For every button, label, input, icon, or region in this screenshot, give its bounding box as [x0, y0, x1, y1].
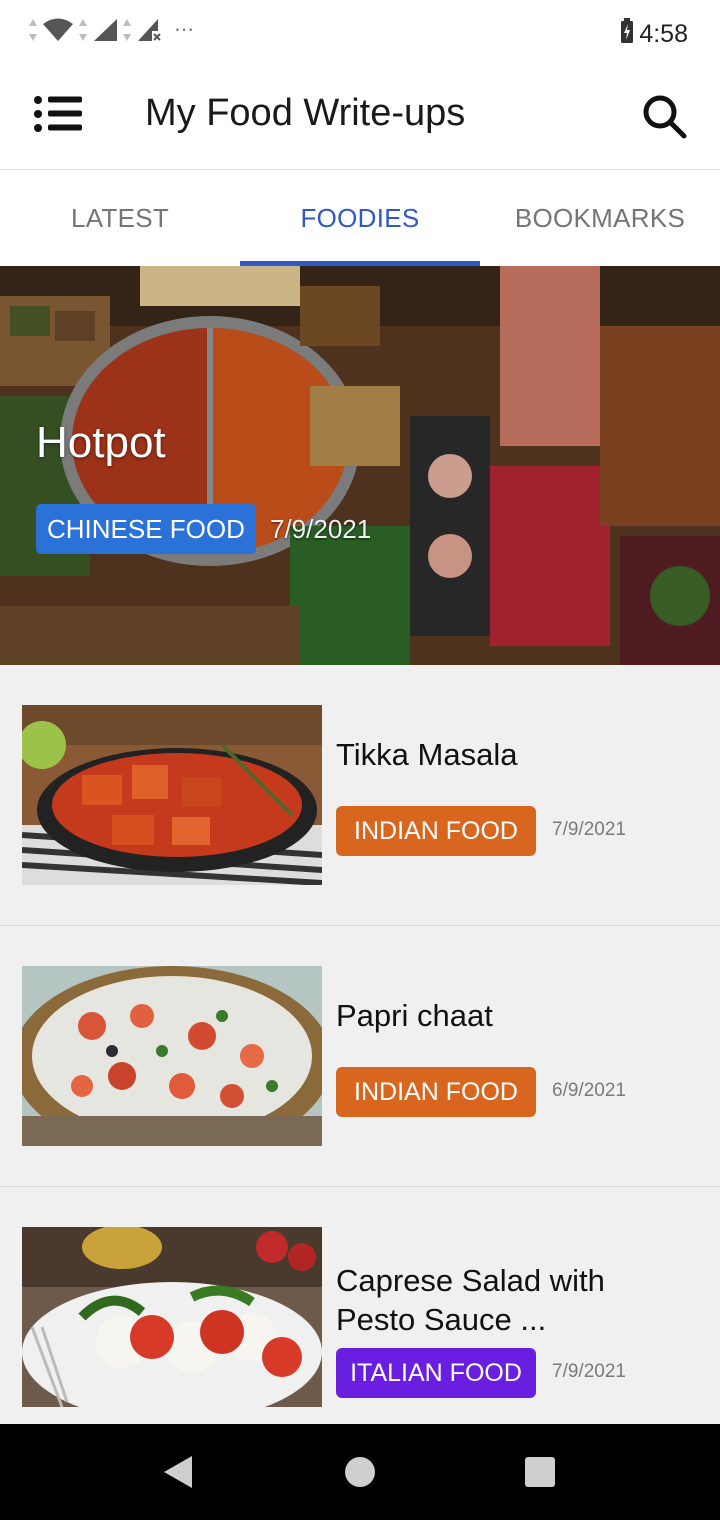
post-thumbnail [22, 1227, 322, 1407]
status-bar: ⋯ 4:58 [0, 0, 720, 64]
app-bar: My Food Write-ups [0, 64, 720, 170]
list-item[interactable]: Papri chaat INDIAN FOOD 6/9/2021 [0, 926, 720, 1187]
page-title: My Food Write-ups [145, 92, 466, 134]
category-badge[interactable]: INDIAN FOOD [336, 806, 536, 856]
category-badge[interactable]: INDIAN FOOD [336, 1067, 536, 1117]
post-title: Papri chaat [336, 998, 493, 1033]
post-date: 7/9/2021 [552, 819, 626, 840]
recents-icon[interactable] [520, 1452, 560, 1492]
battery-charging-icon [621, 18, 633, 43]
home-icon[interactable] [340, 1452, 380, 1492]
post-thumbnail [22, 705, 322, 885]
post-date: 6/9/2021 [552, 1080, 626, 1101]
navigation-bar [0, 1424, 720, 1520]
data-arrows-icon [79, 19, 87, 41]
tab-latest[interactable]: LATEST [0, 170, 240, 266]
post-thumbnail [22, 966, 322, 1146]
back-icon[interactable] [158, 1452, 198, 1492]
featured-post[interactable]: Hotpot CHINESE FOOD 7/9/2021 [0, 266, 720, 665]
list-item[interactable]: Caprese Salad with Pesto Sauce ... ITALI… [0, 1187, 720, 1448]
data-arrows-icon [123, 19, 131, 41]
featured-category-badge[interactable]: CHINESE FOOD [36, 504, 256, 554]
data-arrows-icon [29, 19, 37, 41]
post-date: 7/9/2021 [552, 1361, 626, 1382]
status-icons: ⋯ [28, 16, 194, 44]
signal-icon [94, 19, 117, 41]
signal-no-sim-icon [138, 19, 161, 41]
featured-title: Hotpot [36, 418, 166, 467]
post-title: Tikka Masala [336, 737, 518, 772]
clock: 4:58 [639, 20, 688, 48]
wifi-icon [43, 18, 73, 41]
post-list: Tikka Masala INDIAN FOOD 7/9/2021 Papri … [0, 665, 720, 1448]
list-item[interactable]: Tikka Masala INDIAN FOOD 7/9/2021 [0, 665, 720, 926]
post-title: Caprese Salad with Pesto Sauce ... [336, 1263, 605, 1337]
category-badge[interactable]: ITALIAN FOOD [336, 1348, 536, 1398]
more-notifications-icon: ⋯ [174, 19, 194, 41]
search-icon[interactable] [640, 92, 690, 142]
featured-date: 7/9/2021 [270, 514, 372, 544]
tab-bookmarks[interactable]: BOOKMARKS [480, 170, 720, 266]
tab-foodies[interactable]: FOODIES [240, 170, 480, 266]
menu-icon[interactable] [32, 94, 88, 138]
tab-bar: LATEST FOODIES BOOKMARKS [0, 170, 720, 266]
